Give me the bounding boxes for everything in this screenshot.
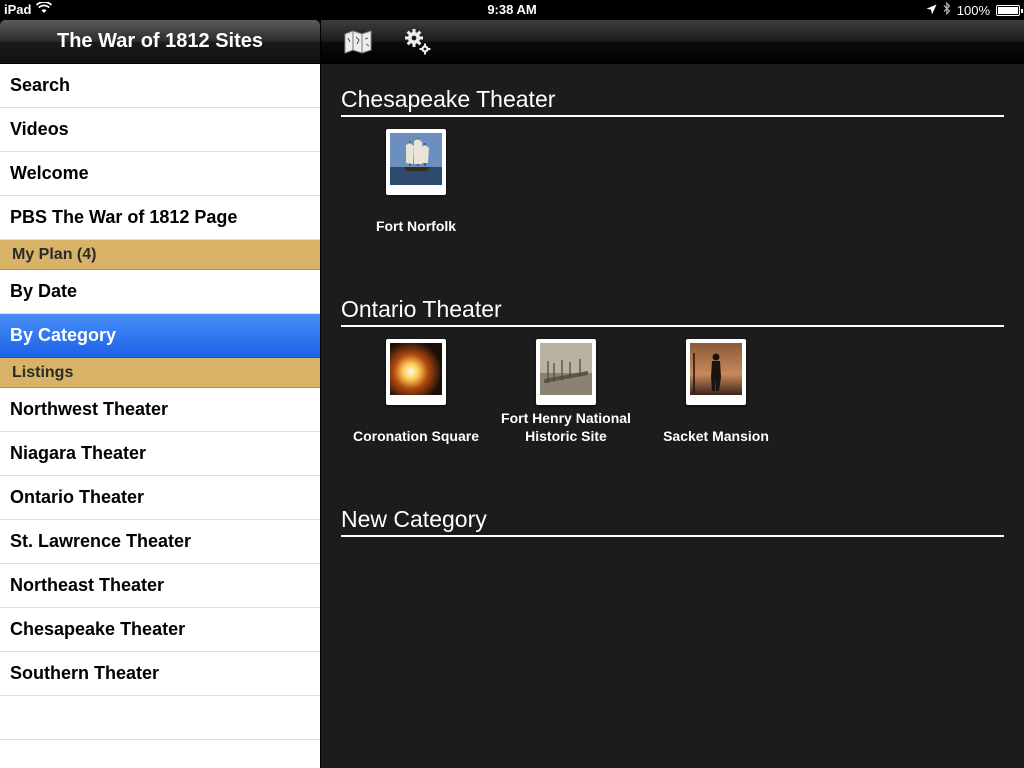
detail-pane: Chesapeake Theater Fort Norfolk Ontario … <box>321 20 1024 768</box>
menu-item-southern-theater[interactable]: Southern Theater <box>0 652 320 696</box>
site-label: Fort Henry National Historic Site <box>501 410 631 444</box>
location-arrow-icon <box>926 3 937 18</box>
battery-icon <box>996 4 1023 16</box>
master-title: The War of 1812 Sites <box>0 20 320 64</box>
category-title: Ontario Theater <box>341 296 1004 327</box>
map-icon[interactable] <box>343 27 373 57</box>
site-label: Fort Norfolk <box>375 218 457 234</box>
tall-ship-photo <box>390 133 442 185</box>
category-ontario-theater: Ontario Theater Coronation Square Fort H… <box>341 296 1004 477</box>
site-coronation-square[interactable]: Coronation Square <box>341 339 491 445</box>
site-thumbnail[interactable] <box>386 129 446 195</box>
site-thumbnail[interactable] <box>686 339 746 405</box>
site-label: Sacket Mansion <box>663 428 769 444</box>
soldier-silhouette-photo <box>690 343 742 395</box>
battery-fill <box>998 6 1018 14</box>
menu-item-welcome[interactable]: Welcome <box>0 152 320 196</box>
section-header-my-plan: My Plan (4) <box>0 240 320 270</box>
settings-gears-icon[interactable] <box>403 27 433 57</box>
section-header-listings: Listings <box>0 358 320 388</box>
status-bar: iPad 9:38 AM 100% <box>0 0 1024 20</box>
menu-item-chesapeake-theater[interactable]: Chesapeake Theater <box>0 608 320 652</box>
menu-item-northeast-theater[interactable]: Northeast Theater <box>0 564 320 608</box>
category-title: New Category <box>341 506 1004 537</box>
site-thumbnail[interactable] <box>536 339 596 405</box>
menu-item-niagara-theater[interactable]: Niagara Theater <box>0 432 320 476</box>
category-chesapeake-theater: Chesapeake Theater Fort Norfolk <box>341 86 1004 267</box>
site-sacket-mansion[interactable]: Sacket Mansion <box>641 339 791 445</box>
fort-photo <box>540 343 592 395</box>
battery-percent: 100% <box>956 2 990 18</box>
site-fort-norfolk[interactable]: Fort Norfolk <box>341 129 491 235</box>
site-thumbnail[interactable] <box>386 339 446 405</box>
menu-item-search[interactable]: Search <box>0 64 320 108</box>
master-menu: Search Videos Welcome PBS The War of 181… <box>0 64 320 740</box>
site-label: Coronation Square <box>352 428 479 444</box>
site-fort-henry[interactable]: Fort Henry National Historic Site <box>491 339 641 445</box>
explosion-photo <box>390 343 442 395</box>
status-time: 9:38 AM <box>487 2 537 17</box>
menu-item-empty <box>0 696 320 740</box>
menu-item-st-lawrence-theater[interactable]: St. Lawrence Theater <box>0 520 320 564</box>
menu-item-pbs-page[interactable]: PBS The War of 1812 Page <box>0 196 320 240</box>
menu-item-videos[interactable]: Videos <box>0 108 320 152</box>
category-new-category: New Category <box>341 506 1004 537</box>
category-title: Chesapeake Theater <box>341 86 1004 117</box>
menu-item-northwest-theater[interactable]: Northwest Theater <box>0 388 320 432</box>
detail-toolbar <box>321 20 1024 64</box>
menu-item-by-date[interactable]: By Date <box>0 270 320 314</box>
menu-item-by-category[interactable]: By Category <box>0 314 320 358</box>
master-pane: The War of 1812 Sites Search Videos Welc… <box>0 20 320 768</box>
menu-item-ontario-theater[interactable]: Ontario Theater <box>0 476 320 520</box>
bluetooth-icon <box>943 1 951 18</box>
